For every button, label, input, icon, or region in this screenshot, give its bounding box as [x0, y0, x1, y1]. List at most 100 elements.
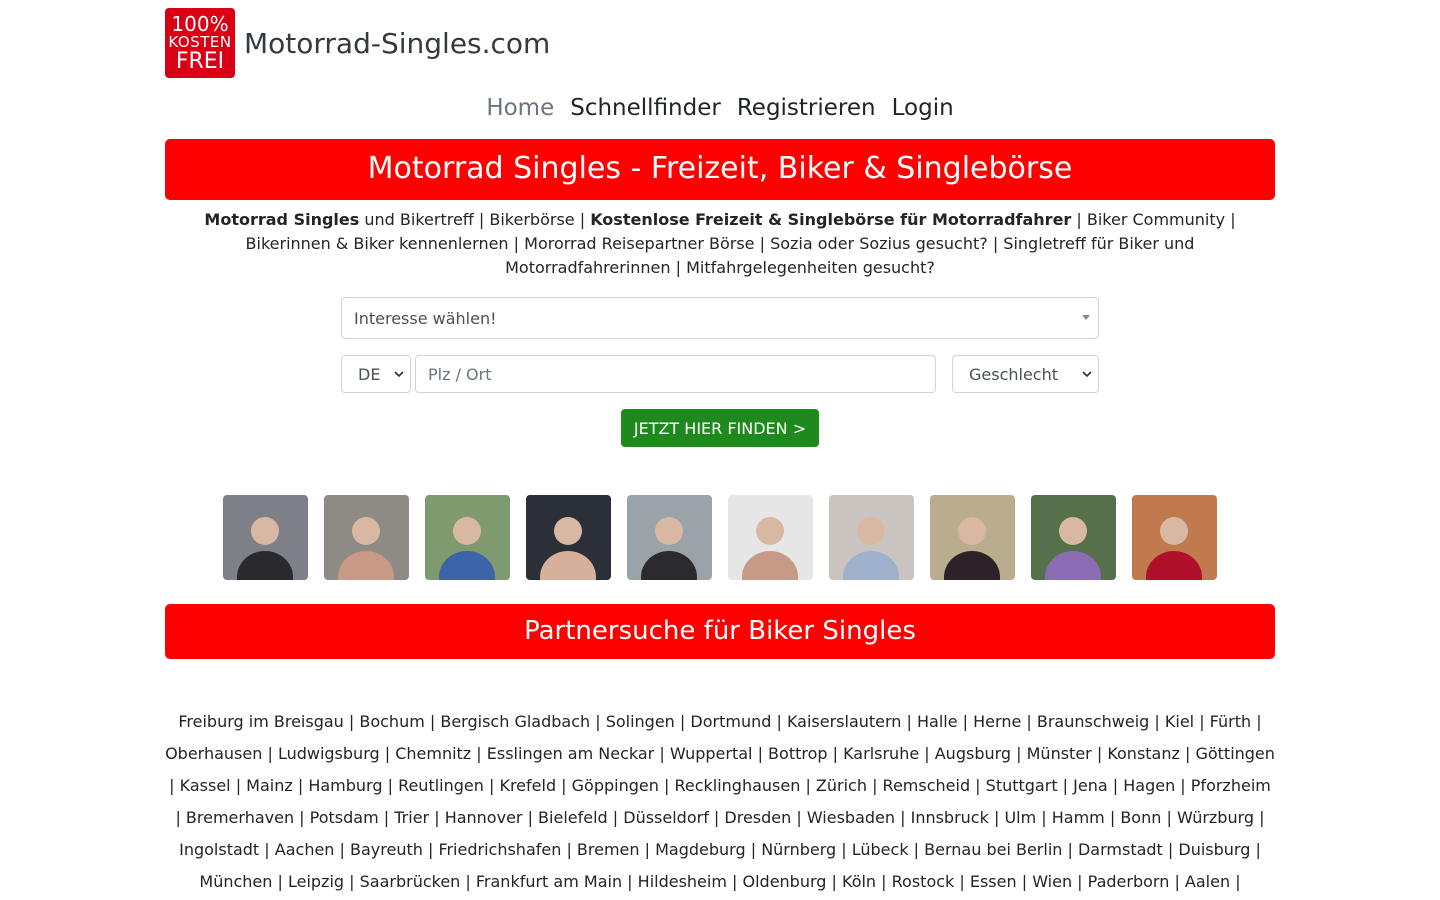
city-link[interactable]: Trier — [394, 808, 429, 827]
city-link[interactable]: Ludwigsburg — [278, 744, 380, 763]
intro-bold-2: Kostenlose Freizeit & Singlebörse für Mo… — [590, 210, 1072, 229]
search-form: Interesse wählen! DE Geschlecht JETZT HI… — [341, 297, 1099, 447]
city-link[interactable]: Wuppertal — [670, 744, 753, 763]
city-link[interactable]: Göttingen — [1195, 744, 1274, 763]
site-name-link[interactable]: Motorrad-Singles.com — [244, 27, 550, 60]
caret-down-icon — [1082, 315, 1090, 320]
city-link[interactable]: Bremerhaven — [186, 808, 294, 827]
city-link[interactable]: Aalen — [1185, 872, 1230, 891]
city-link[interactable]: Duisburg — [1178, 840, 1250, 859]
nav-item-login[interactable]: Login — [892, 95, 954, 121]
city-link[interactable]: Oldenburg — [743, 872, 827, 891]
city-link[interactable]: Stuttgart — [986, 776, 1058, 795]
profile-photo-4[interactable] — [526, 495, 611, 580]
profile-photo-9[interactable] — [1031, 495, 1116, 580]
logo-line-2: KOSTEN — [168, 32, 232, 51]
city-link[interactable]: Frankfurt am Main — [476, 872, 622, 891]
chevron-down-icon — [394, 370, 404, 381]
profile-photo-8[interactable] — [930, 495, 1015, 580]
profile-photo-5[interactable] — [627, 495, 712, 580]
profile-photo-2[interactable] — [324, 495, 409, 580]
city-link[interactable]: Augsburg — [935, 744, 1011, 763]
nav-item-schnellfinder[interactable]: Schnellfinder — [570, 95, 721, 121]
city-link[interactable]: Kaiserslautern — [787, 712, 902, 731]
city-link[interactable]: Wiesbaden — [807, 808, 895, 827]
city-link[interactable]: Oberhausen — [165, 744, 262, 763]
city-link[interactable]: Krefeld — [499, 776, 556, 795]
city-link[interactable]: Würzburg — [1177, 808, 1254, 827]
city-link[interactable]: Leipzig — [288, 872, 344, 891]
city-link[interactable]: Bonn — [1120, 808, 1161, 827]
city-link[interactable]: Lübeck — [852, 840, 909, 859]
city-link[interactable]: Jena — [1073, 776, 1108, 795]
city-link[interactable]: Hamm — [1052, 808, 1105, 827]
city-link[interactable]: Bielefeld — [538, 808, 608, 827]
city-link[interactable]: Kiel — [1165, 712, 1194, 731]
city-link[interactable]: Münster — [1027, 744, 1092, 763]
city-link[interactable]: Ingolstadt — [179, 840, 259, 859]
intro-text-1: und Bikertreff | Bikerbörse | — [359, 210, 591, 229]
city-link[interactable]: Freiburg im Breisgau — [178, 712, 343, 731]
logo-badge[interactable]: 100% KOSTEN FREI — [165, 8, 235, 78]
city-link[interactable]: Solingen — [606, 712, 675, 731]
city-link[interactable]: Pforzheim — [1191, 776, 1271, 795]
city-link[interactable]: Konstanz — [1107, 744, 1180, 763]
city-link[interactable]: Hildesheim — [638, 872, 727, 891]
city-link[interactable]: Hamburg — [308, 776, 382, 795]
city-link[interactable]: Göppingen — [572, 776, 659, 795]
interest-select[interactable]: Interesse wählen! — [341, 297, 1099, 339]
city-link[interactable]: Esslingen am Neckar — [487, 744, 655, 763]
city-link[interactable]: Herne — [973, 712, 1021, 731]
profile-photo-10[interactable] — [1132, 495, 1217, 580]
country-select[interactable]: DE — [341, 355, 411, 393]
city-link[interactable]: Kassel — [180, 776, 231, 795]
city-link[interactable]: Dortmund — [690, 712, 771, 731]
city-link[interactable]: Magdeburg — [655, 840, 746, 859]
profile-photo-1[interactable] — [223, 495, 308, 580]
profile-photo-6[interactable] — [728, 495, 813, 580]
city-link[interactable]: Bottrop — [768, 744, 827, 763]
city-link[interactable]: Paderborn — [1088, 872, 1170, 891]
city-link[interactable]: Zürich — [816, 776, 867, 795]
city-link[interactable]: Essen — [970, 872, 1017, 891]
nav-item-registrieren[interactable]: Registrieren — [737, 95, 876, 121]
search-submit-button[interactable]: JETZT HIER FINDEN > — [621, 409, 819, 447]
city-link[interactable]: Bremen — [577, 840, 640, 859]
city-link[interactable]: Potsdam — [310, 808, 379, 827]
profile-photo-7[interactable] — [829, 495, 914, 580]
city-link[interactable]: Hannover — [445, 808, 523, 827]
city-link[interactable]: Wien — [1032, 872, 1072, 891]
city-link[interactable]: Karlsruhe — [843, 744, 919, 763]
city-link[interactable]: Hagen — [1123, 776, 1175, 795]
city-link[interactable]: Bernau bei Berlin — [924, 840, 1062, 859]
city-link[interactable]: Köln — [842, 872, 876, 891]
city-link[interactable]: Mainz — [246, 776, 293, 795]
city-link[interactable]: Dresden — [724, 808, 791, 827]
city-link[interactable]: Innsbruck — [911, 808, 989, 827]
city-link[interactable]: Rostock — [892, 872, 955, 891]
city-link[interactable]: Recklinghausen — [674, 776, 800, 795]
gender-select[interactable]: Geschlecht — [952, 355, 1099, 393]
interest-select-placeholder: Interesse wählen! — [354, 308, 497, 328]
nav-item-home[interactable]: Home — [486, 95, 554, 121]
city-link[interactable]: Reutlingen — [398, 776, 484, 795]
chevron-down-icon — [1082, 370, 1092, 381]
city-link[interactable]: Aachen — [275, 840, 335, 859]
city-link[interactable]: Bochum — [359, 712, 424, 731]
plz-ort-input[interactable] — [415, 355, 936, 393]
city-link[interactable]: Bergisch Gladbach — [440, 712, 590, 731]
city-link[interactable]: Nürnberg — [761, 840, 836, 859]
profile-photo-3[interactable] — [425, 495, 510, 580]
city-link[interactable]: Fürth — [1210, 712, 1251, 731]
city-link[interactable]: München — [199, 872, 272, 891]
city-link[interactable]: Darmstadt — [1078, 840, 1163, 859]
city-link[interactable]: Friedrichshafen — [438, 840, 561, 859]
city-link[interactable]: Bayreuth — [350, 840, 423, 859]
city-link[interactable]: Remscheid — [883, 776, 971, 795]
city-link[interactable]: Chemnitz — [395, 744, 471, 763]
city-link[interactable]: Braunschweig — [1037, 712, 1149, 731]
city-link[interactable]: Halle — [917, 712, 958, 731]
city-link[interactable]: Saarbrücken — [360, 872, 461, 891]
city-link[interactable]: Düsseldorf — [623, 808, 709, 827]
city-link[interactable]: Ulm — [1004, 808, 1036, 827]
